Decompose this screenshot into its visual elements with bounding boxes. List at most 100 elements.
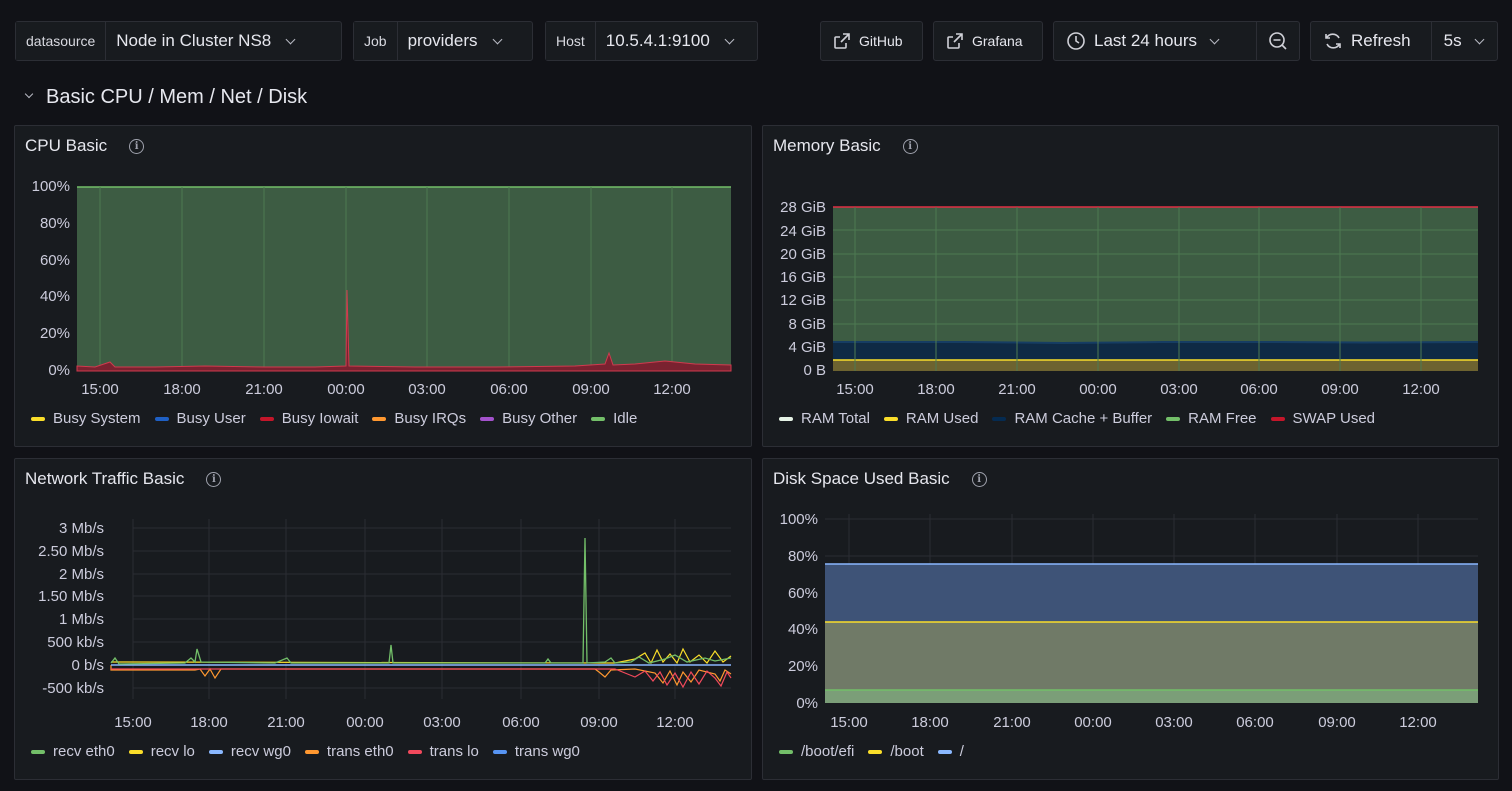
- legend-label: Busy Other: [502, 410, 578, 427]
- legend-item[interactable]: Busy IRQs: [372, 410, 466, 427]
- network-chart: 3 Mb/s 2.50 Mb/s 2 Mb/s 1.50 Mb/s 1 Mb/s…: [38, 519, 732, 731]
- legend-item[interactable]: recv wg0: [208, 743, 291, 760]
- legend-label: RAM Cache + Buffer: [1014, 410, 1153, 427]
- legend-swatch: [128, 749, 143, 754]
- legend-item[interactable]: trans lo: [407, 743, 479, 760]
- legend-item[interactable]: RAM Cache + Buffer: [992, 410, 1152, 427]
- datasource-variable[interactable]: datasource Node in Cluster NS8: [15, 21, 342, 61]
- x-tick-label: 15:00: [836, 381, 874, 398]
- legend-item[interactable]: recv lo: [128, 743, 195, 760]
- legend-label: Busy Iowait: [281, 410, 359, 427]
- y-tick-label: -500 kb/s: [42, 680, 104, 697]
- legend-item[interactable]: SWAP Used: [1270, 410, 1375, 427]
- y-tick-label: 1.50 Mb/s: [38, 588, 104, 605]
- legend-item[interactable]: /boot: [868, 743, 924, 760]
- memory-legend: RAM Total RAM Used RAM Cache + Buffer RA…: [779, 410, 1375, 427]
- github-link-label: GitHub: [859, 33, 903, 49]
- row-header[interactable]: Basic CPU / Mem / Net / Disk: [24, 84, 307, 110]
- host-select[interactable]: 10.5.4.1:9100: [596, 22, 743, 60]
- x-tick-label: 03:00: [1160, 381, 1198, 398]
- refresh-button[interactable]: Refresh: [1311, 22, 1431, 60]
- refresh-label: Refresh: [1351, 31, 1411, 50]
- y-tick-label: 40%: [788, 621, 818, 638]
- legend-item[interactable]: RAM Free: [1166, 410, 1257, 427]
- x-tick-label: 15:00: [114, 714, 152, 731]
- x-tick-label: 21:00: [267, 714, 305, 731]
- x-tick-label: 09:00: [1318, 714, 1356, 731]
- grafana-link[interactable]: Grafana: [933, 21, 1043, 61]
- legend-item[interactable]: trans eth0: [304, 743, 394, 760]
- legend-label: Busy System: [53, 410, 141, 427]
- external-link-icon: [947, 33, 963, 49]
- ram-cache-line: [833, 341, 1479, 345]
- refresh-interval-select[interactable]: 5s: [1430, 22, 1497, 60]
- zoom-out-icon: [1269, 32, 1287, 50]
- host-variable[interactable]: Host 10.5.4.1:9100: [545, 21, 758, 61]
- ram-used-area: [833, 360, 1478, 371]
- legend-item[interactable]: recv eth0: [31, 743, 115, 760]
- legend-swatch: [591, 416, 606, 421]
- chevron-down-icon: [285, 34, 296, 44]
- legend-swatch: [372, 416, 387, 421]
- legend-swatch: [492, 749, 507, 754]
- legend-item[interactable]: /boot/efi: [779, 743, 854, 760]
- y-tick-label: 28 GiB: [780, 199, 826, 216]
- y-tick-label: 2.50 Mb/s: [38, 543, 104, 560]
- legend-swatch: [1166, 416, 1181, 421]
- x-tick-label: 21:00: [245, 381, 283, 398]
- legend-label: trans wg0: [514, 743, 580, 760]
- x-tick-label: 06:00: [490, 381, 528, 398]
- legend-item[interactable]: RAM Used: [883, 410, 979, 427]
- time-range-button[interactable]: Last 24 hours: [1054, 22, 1256, 60]
- job-variable[interactable]: Job providers: [353, 21, 533, 61]
- x-axis: 15:00 18:00 21:00 00:00 03:00 06:00 09:0…: [114, 714, 694, 731]
- x-tick-label: 15:00: [830, 714, 868, 731]
- legend-item[interactable]: Busy Iowait: [259, 410, 359, 427]
- y-tick-label: 0%: [48, 362, 70, 379]
- job-select[interactable]: providers: [398, 22, 511, 60]
- x-tick-label: 00:00: [346, 714, 384, 731]
- legend-item[interactable]: Busy User: [154, 410, 246, 427]
- legend-swatch: [992, 416, 1007, 421]
- zoom-out-button[interactable]: [1256, 22, 1299, 60]
- legend-swatch: [1270, 416, 1285, 421]
- legend-label: RAM Used: [905, 410, 979, 427]
- x-tick-label: 03:00: [1155, 714, 1193, 731]
- legend-swatch: [937, 749, 952, 754]
- disk-legend: /boot/efi /boot /: [779, 743, 964, 760]
- x-axis: 15:00 18:00 21:00 00:00 03:00 06:00 09:0…: [81, 381, 691, 398]
- cpu-legend: Busy System Busy User Busy Iowait Busy I…: [31, 410, 637, 427]
- x-tick-label: 21:00: [993, 714, 1031, 731]
- legend-item[interactable]: RAM Total: [779, 410, 870, 427]
- x-tick-label: 21:00: [998, 381, 1036, 398]
- legend-swatch: [208, 749, 223, 754]
- y-tick-label: 40%: [40, 288, 70, 305]
- external-link-icon: [834, 33, 850, 49]
- legend-item[interactable]: /: [937, 743, 964, 760]
- legend-item[interactable]: Busy System: [31, 410, 141, 427]
- legend-item[interactable]: Idle: [591, 410, 637, 427]
- cpu-chart: 100% 80% 60% 40% 20% 0% 15:00 18:00 21:0…: [32, 178, 732, 398]
- legend-item[interactable]: trans wg0: [492, 743, 580, 760]
- cpu-basic-panel: CPU Basic i 100% 80% 60% 40% 20% 0% 15:0…: [14, 125, 752, 447]
- x-tick-label: 18:00: [190, 714, 228, 731]
- x-tick-label: 00:00: [1074, 714, 1112, 731]
- legend-swatch: [154, 416, 169, 421]
- y-axis: 3 Mb/s 2.50 Mb/s 2 Mb/s 1.50 Mb/s 1 Mb/s…: [38, 520, 104, 697]
- memory-basic-panel: Memory Basic i 28 GiB 24 GiB 20 GiB 16 G…: [762, 125, 1499, 447]
- x-axis: 15:00 18:00 21:00 00:00 03:00 06:00 09:0…: [836, 381, 1440, 398]
- grafana-link-label: Grafana: [972, 33, 1023, 49]
- datasource-select[interactable]: Node in Cluster NS8: [106, 22, 304, 60]
- legend-item[interactable]: Busy Other: [480, 410, 577, 427]
- y-tick-label: 100%: [32, 178, 70, 195]
- y-tick-label: 20%: [40, 325, 70, 342]
- legend-swatch: [779, 749, 793, 754]
- refresh-picker: Refresh 5s: [1310, 21, 1498, 61]
- legend-swatch: [779, 416, 793, 421]
- y-tick-label: 20 GiB: [780, 246, 826, 263]
- legend-swatch: [883, 416, 898, 421]
- chevron-down-icon: [1209, 34, 1220, 44]
- github-link[interactable]: GitHub: [820, 21, 923, 61]
- y-tick-label: 0 B: [803, 362, 826, 379]
- legend-label: recv lo: [150, 743, 195, 760]
